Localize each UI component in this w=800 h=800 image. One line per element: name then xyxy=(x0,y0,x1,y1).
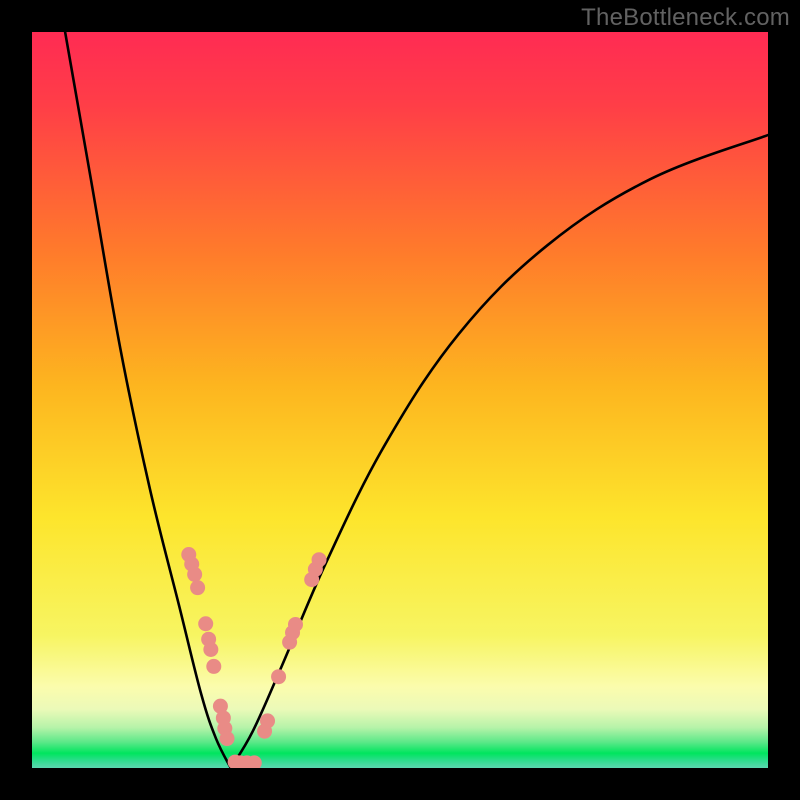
data-dot xyxy=(288,617,303,632)
data-dot xyxy=(271,669,286,684)
plot-area xyxy=(32,32,768,768)
watermark-text: TheBottleneck.com xyxy=(581,4,790,32)
data-dot xyxy=(260,713,275,728)
data-dot xyxy=(187,567,202,582)
data-dot xyxy=(220,731,235,746)
data-dot xyxy=(206,659,221,674)
bottleneck-chart xyxy=(0,0,800,800)
data-dot xyxy=(203,642,218,657)
data-dot xyxy=(190,580,205,595)
data-dot xyxy=(198,616,213,631)
data-dot xyxy=(312,552,327,567)
chart-stage: TheBottleneck.com xyxy=(0,0,800,800)
